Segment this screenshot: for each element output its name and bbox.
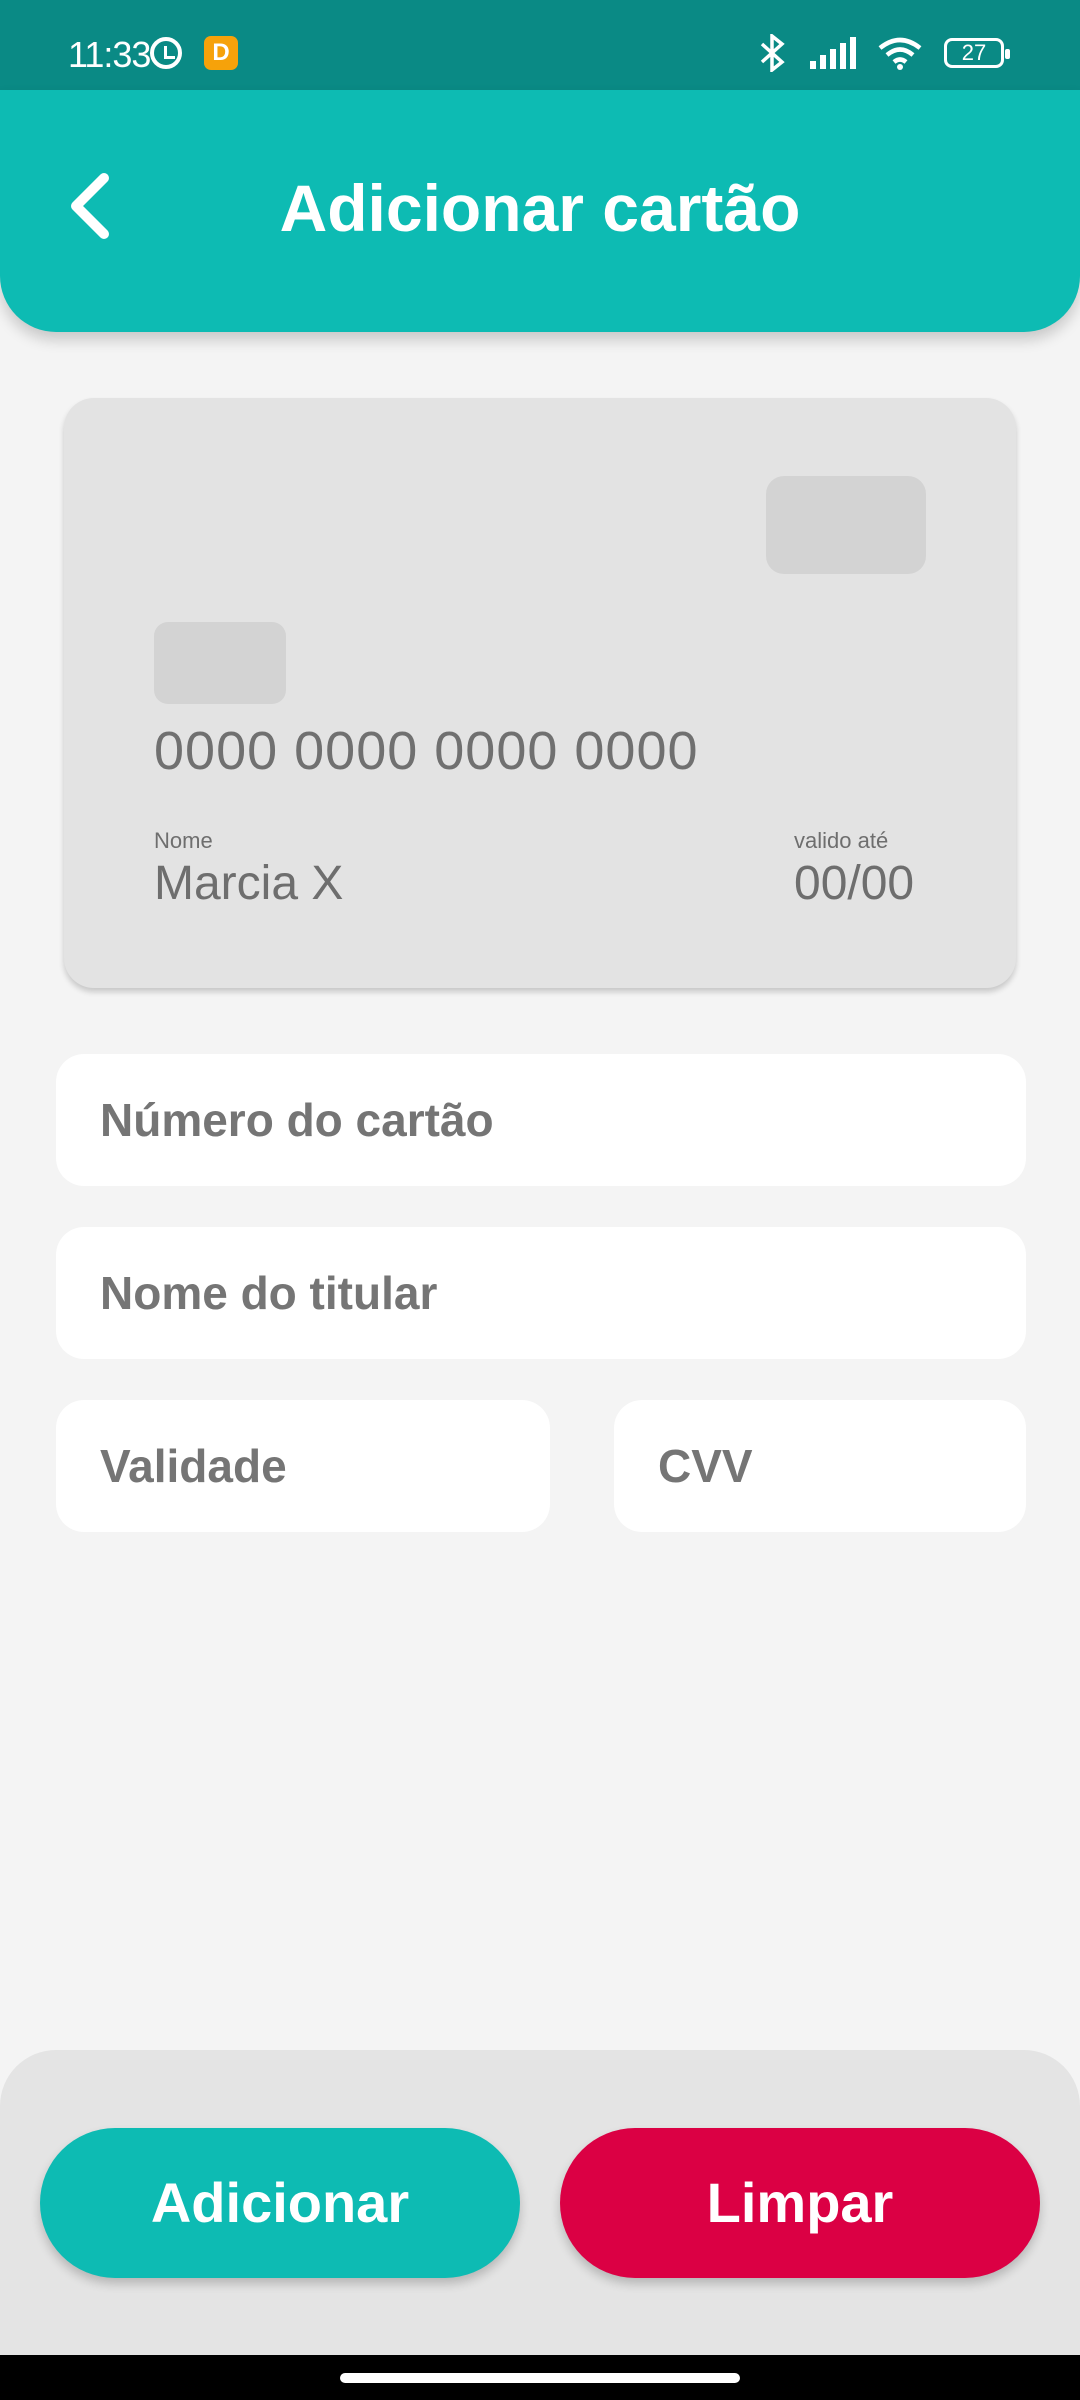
status-right-icons: 27 [758,34,1010,72]
app-notification-icon: D [204,36,238,70]
holder-name-field[interactable] [56,1227,1026,1359]
card-number-input[interactable] [98,1092,1026,1148]
clear-button[interactable]: Limpar [560,2128,1040,2278]
validity-field[interactable] [56,1400,550,1532]
card-expiry-label: valido até [794,828,889,853]
card-number-field[interactable] [56,1054,1026,1186]
card-name-value: Marcia X [154,857,344,910]
bluetooth-icon [760,34,785,72]
cvv-field[interactable] [614,1400,1026,1532]
status-time: 11:33 [68,34,151,75]
status-bar: 11:33 D 27 [0,0,1080,90]
app-header: Adicionar cartão [0,90,1080,332]
card-number-preview: 0000 0000 0000 0000 [154,721,699,781]
home-indicator[interactable] [340,2373,740,2383]
card-preview: 0000 0000 0000 0000 Nome Marcia X valido… [64,398,1016,988]
system-nav-bar [0,2355,1080,2400]
card-logo-placeholder [766,476,926,574]
signal-icon [810,37,856,69]
card-chip-placeholder [154,622,286,704]
page-title: Adicionar cartão [279,171,801,245]
validity-input[interactable] [98,1438,550,1494]
wifi-icon [878,37,922,70]
card-expiry-value: 00/00 [794,857,915,910]
status-left-icons: D [150,36,238,70]
alarm-icon [150,37,182,69]
add-button[interactable]: Adicionar [40,2128,520,2278]
cvv-input[interactable] [656,1438,1026,1494]
holder-name-input[interactable] [98,1265,1026,1321]
card-name-label: Nome [154,828,213,853]
battery-icon: 27 [944,38,1010,68]
